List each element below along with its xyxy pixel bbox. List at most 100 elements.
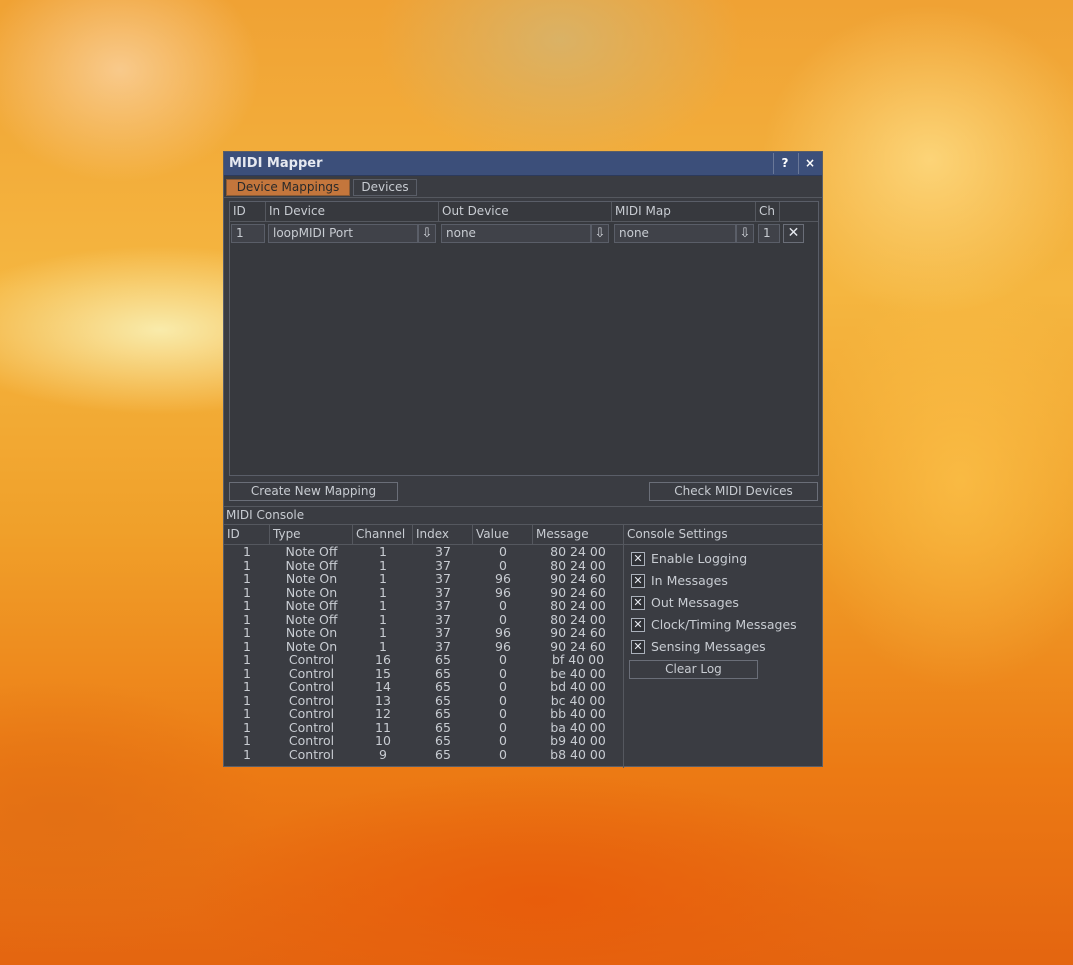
column-header-in-device[interactable]: In Device [266,202,439,221]
tab-device-mappings[interactable]: Device Mappings [226,179,350,196]
console-cell-id: 1 [243,692,251,708]
console-cell-message: 90 24 60 [550,638,606,654]
console-cell-message: bb 40 00 [550,706,606,721]
console-log-row[interactable]: 1 Control 14 65 0 bd 40 00 [224,680,623,694]
console-log-row[interactable]: 1 Note Off 1 37 0 80 24 00 [224,599,623,613]
console-log-row[interactable]: 1 Control 16 65 0 bf 40 00 [224,653,623,667]
console-header-type[interactable]: Type [270,525,353,544]
title-bar[interactable]: MIDI Mapper ? × [224,152,822,176]
console-cell-message: bd 40 00 [550,679,606,694]
console-cell-index: 37 [435,557,451,573]
clear-log-button[interactable]: Clear Log [629,660,758,679]
help-button[interactable]: ? [773,153,796,174]
console-log-row[interactable]: 1 Note Off 1 37 0 80 24 00 [224,613,623,627]
in-device-dropdown-icon[interactable]: ⇩ [418,224,436,243]
console-cell-type: Note On [285,584,338,600]
midi-map-dropdown-icon[interactable]: ⇩ [736,224,754,243]
console-log-row[interactable]: 1 Note Off 1 37 0 80 24 00 [224,545,623,559]
console-log-row[interactable]: 1 Note On 1 37 96 90 24 60 [224,586,623,600]
console-cell-message: 80 24 00 [550,611,606,627]
console-cell-message: b8 40 00 [550,746,606,762]
console-cell-type: Control [288,652,335,667]
console-cell-message: bc 40 00 [550,692,606,708]
console-cell-index: 65 [435,679,451,694]
console-log-row[interactable]: 1 Control 15 65 0 be 40 00 [224,667,623,681]
console-cell-type: Note Off [285,557,338,573]
console-log-row[interactable]: 1 Note On 1 37 96 90 24 60 [224,572,623,586]
console-log-row[interactable]: 1 Control 11 65 0 ba 40 00 [224,721,623,735]
tab-devices[interactable]: Devices [353,179,417,196]
settings-divider [624,544,822,545]
console-cell-value: 0 [499,692,507,708]
console-header-channel[interactable]: Channel [353,525,413,544]
console-log-list[interactable]: 1 Note Off 1 37 0 80 24 00 1 Note Off 1 37 0 80 24 … [224,545,623,761]
console-cell-id: 1 [243,544,251,559]
out-messages-checkbox[interactable]: ✕ [631,596,645,610]
sensing-messages-checkbox[interactable]: ✕ [631,640,645,654]
console-cell-type: Note On [285,638,338,654]
midi-mapper-window: MIDI Mapper ? × Device Mappings Devices … [223,151,823,768]
console-cell-id: 1 [243,638,251,654]
console-cell-type: Control [288,665,335,681]
midi-map-select[interactable]: none [614,224,736,243]
out-messages-label: Out Messages [651,595,739,610]
console-header-id[interactable]: ID [224,525,270,544]
console-cell-index: 37 [435,598,451,613]
desktop-background: { "window": { "title": "MIDI Mapper", "h… [0,0,1073,965]
out-device-dropdown-icon[interactable]: ⇩ [591,224,609,243]
console-cell-index: 37 [435,638,451,654]
column-header-midi-map[interactable]: MIDI Map [612,202,756,221]
console-header-message[interactable]: Message [533,525,623,544]
column-header-out-device[interactable]: Out Device [439,202,612,221]
console-cell-value: 0 [499,679,507,694]
console-cell-message: 80 24 00 [550,598,606,613]
check-midi-devices-button[interactable]: Check MIDI Devices [649,482,818,501]
console-header-index[interactable]: Index [413,525,473,544]
console-settings-title: Console Settings [627,527,728,541]
console-cell-value: 0 [499,706,507,721]
column-header-ch[interactable]: Ch [756,202,780,221]
console-log-row[interactable]: 1 Control 12 65 0 bb 40 00 [224,707,623,721]
console-cell-channel: 9 [379,746,387,762]
console-cell-message: 80 24 00 [550,557,606,573]
console-cell-type: Note Off [285,544,338,559]
channel-field[interactable]: 1 [758,224,780,243]
console-cell-channel: 1 [379,544,387,559]
console-cell-message: be 40 00 [550,665,606,681]
console-cell-type: Note On [285,625,338,640]
console-log-row[interactable]: 1 Control 9 65 0 b8 40 00 [224,748,623,762]
console-cell-id: 1 [243,665,251,681]
console-log-row[interactable]: 1 Note Off 1 37 0 80 24 00 [224,559,623,573]
enable-logging-checkbox[interactable]: ✕ [631,552,645,566]
console-cell-type: Control [288,692,335,708]
console-cell-index: 37 [435,571,451,586]
console-cell-id: 1 [243,746,251,762]
console-cell-index: 37 [435,625,451,640]
console-cell-index: 65 [435,665,451,681]
console-cell-value: 0 [499,733,507,748]
out-device-select[interactable]: none [441,224,591,243]
enable-logging-label: Enable Logging [651,551,748,566]
close-button[interactable]: × [798,153,821,174]
in-device-select[interactable]: loopMIDI Port [268,224,418,243]
console-cell-message: 90 24 60 [550,625,606,640]
console-cell-channel: 13 [375,692,391,708]
column-header-id[interactable]: ID [230,202,266,221]
console-log-row[interactable]: 1 Note On 1 37 96 90 24 60 [224,626,623,640]
console-log-row[interactable]: 1 Control 13 65 0 bc 40 00 [224,694,623,708]
clock-timing-messages-checkbox[interactable]: ✕ [631,618,645,632]
console-cell-type: Note Off [285,598,338,613]
console-log-row[interactable]: 1 Note On 1 37 96 90 24 60 [224,640,623,654]
in-messages-checkbox[interactable]: ✕ [631,574,645,588]
mapping-id-field[interactable]: 1 [231,224,265,243]
console-cell-channel: 11 [375,719,391,735]
console-header-value[interactable]: Value [473,525,533,544]
section-divider [224,506,822,507]
console-cell-index: 37 [435,611,451,627]
console-cell-id: 1 [243,733,251,748]
tab-divider [224,197,822,198]
console-log-row[interactable]: 1 Control 10 65 0 b9 40 00 [224,734,623,748]
console-cell-index: 65 [435,719,451,735]
delete-mapping-icon[interactable]: ✕ [783,224,804,243]
create-new-mapping-button[interactable]: Create New Mapping [229,482,398,501]
